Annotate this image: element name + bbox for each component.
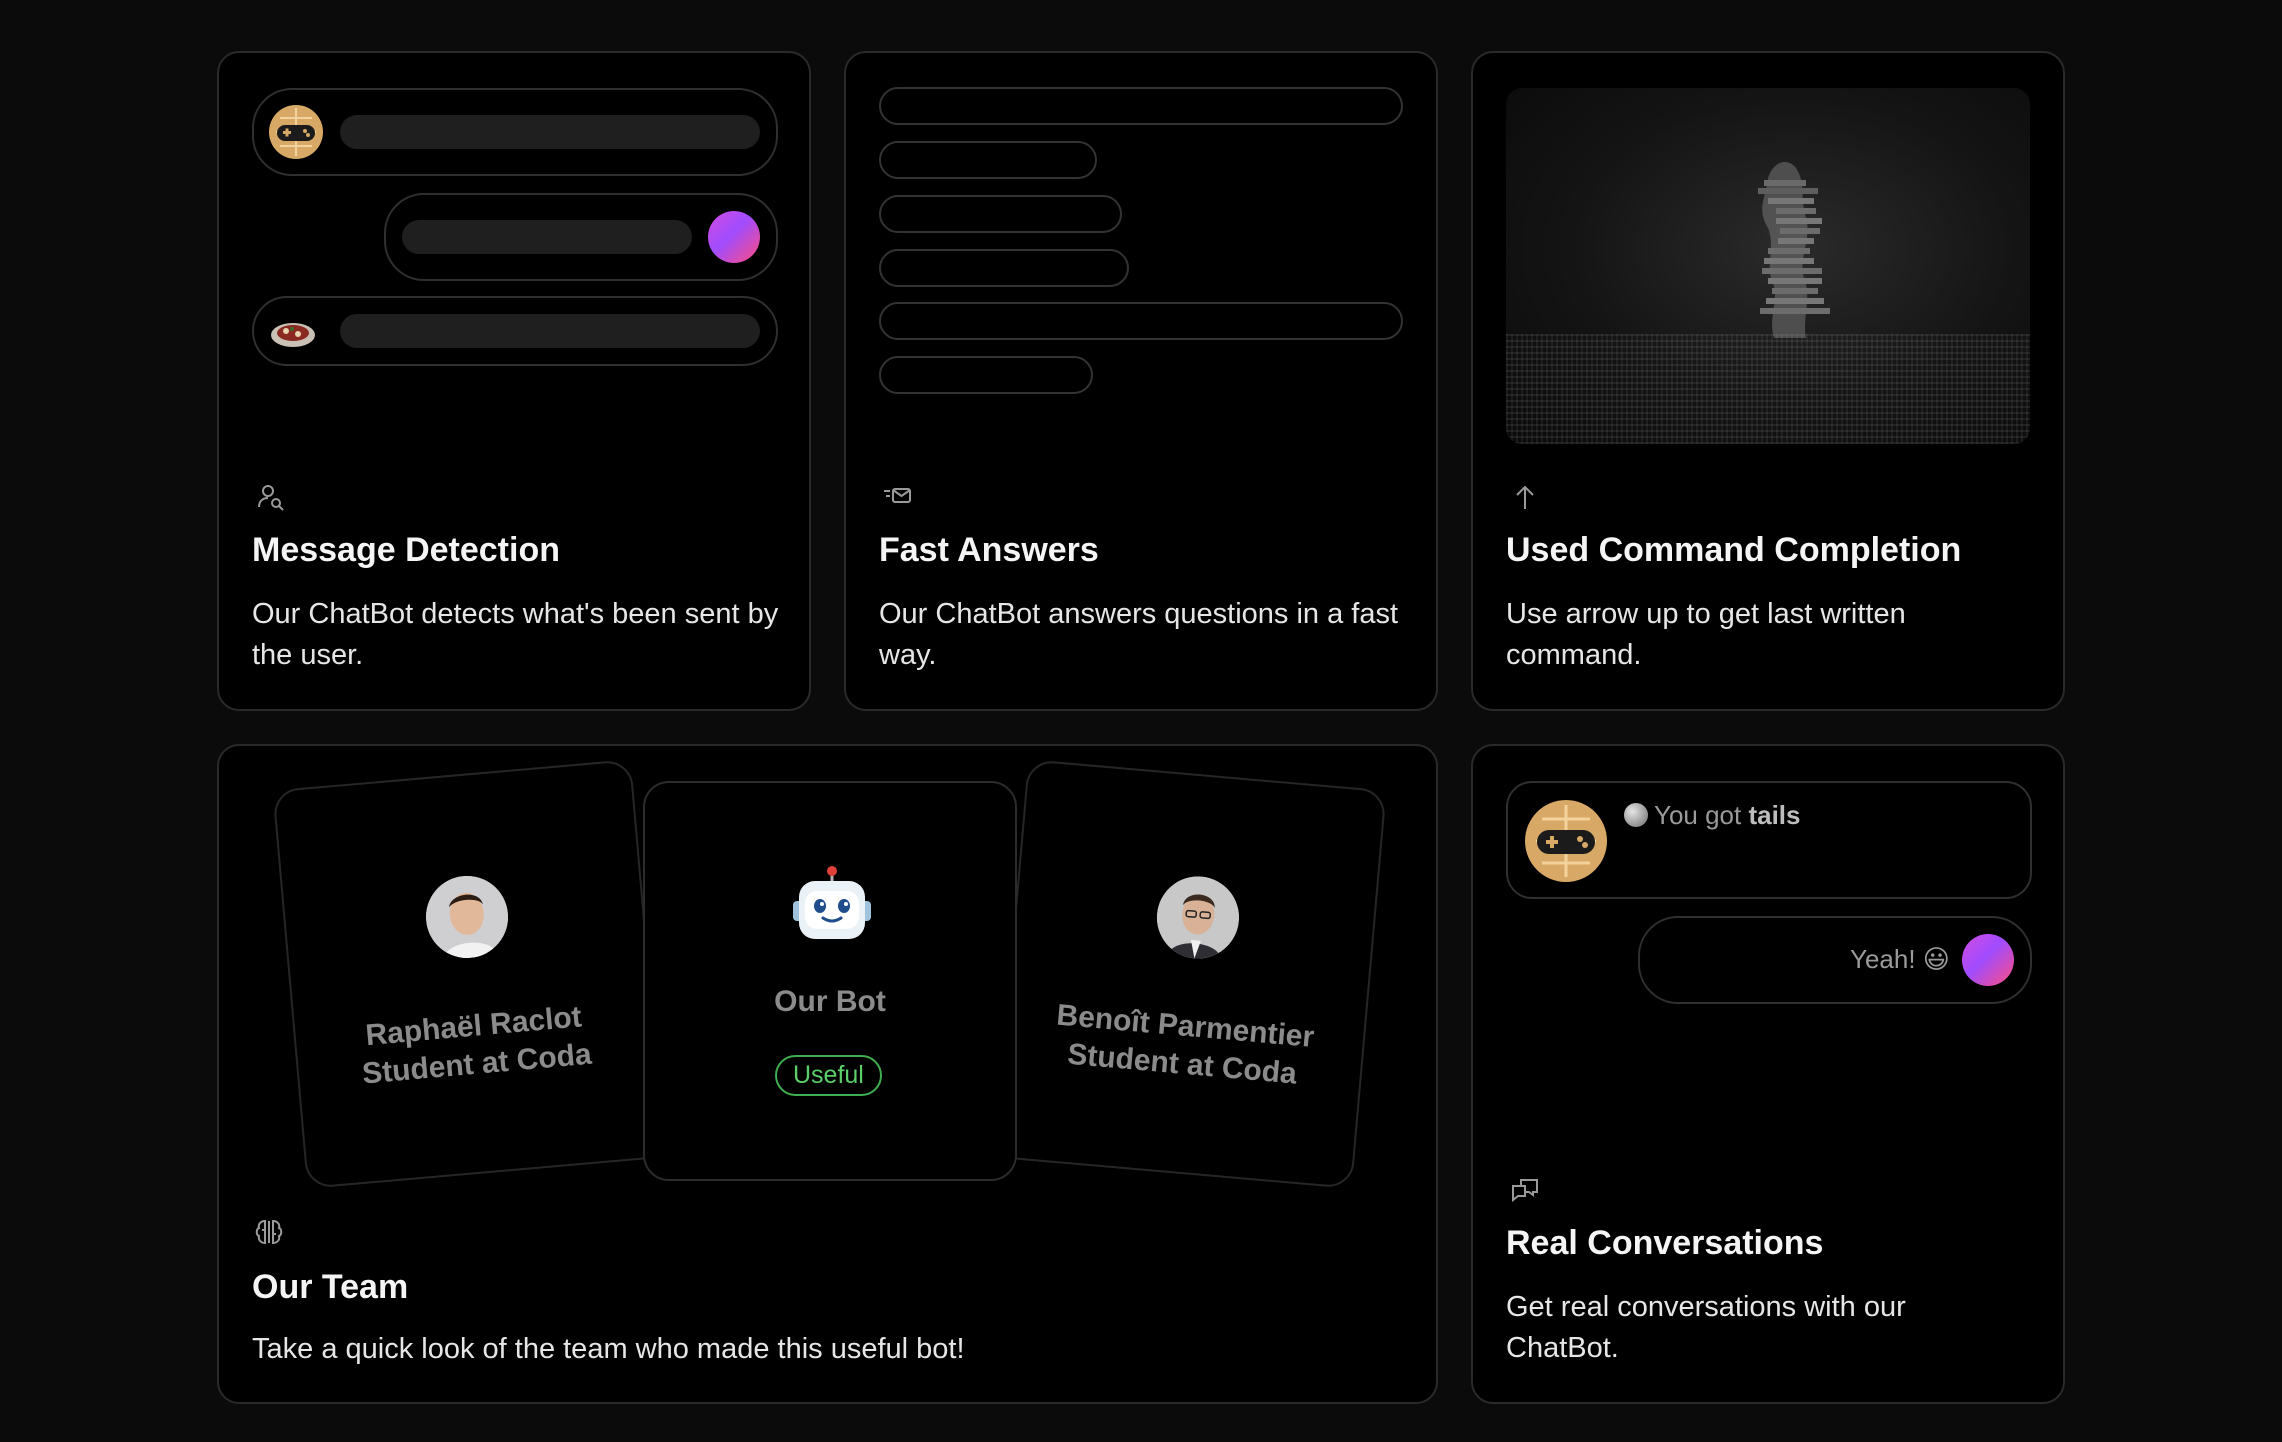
user-message: Yeah! 😃 <box>1850 944 1950 974</box>
feature-card-command-completion: Used Command Completion Use arrow up to … <box>1471 51 2065 711</box>
user-avatar <box>708 211 760 263</box>
bot-message-result: tails <box>1748 800 1801 830</box>
bot-name: Our Bot <box>774 985 886 1018</box>
bot-message-text: You got <box>1654 800 1749 830</box>
robot-icon <box>787 865 877 945</box>
answer-placeholder <box>879 195 1122 233</box>
card-description: Our ChatBot answers questions in a fast … <box>879 598 1399 671</box>
answer-placeholder <box>879 87 1403 125</box>
card-title: Fast Answers <box>879 531 1099 569</box>
message-placeholder <box>340 115 760 149</box>
brain-icon <box>253 1216 285 1248</box>
team-member-card[interactable]: Raphaël Raclot Student at Coda <box>272 759 666 1189</box>
answer-placeholder <box>879 302 1403 340</box>
useful-badge: Useful <box>775 1055 882 1096</box>
gamepad-avatar-icon <box>268 104 324 160</box>
answer-placeholder <box>879 356 1093 394</box>
card-description: Get real conversations with our ChatBot. <box>1506 1291 1906 1364</box>
card-title: Real Conversations <box>1506 1224 1824 1262</box>
ascii-art-terminal <box>1506 88 2030 444</box>
team-member-card[interactable]: Benoît Parmentier Student at Coda <box>993 759 1387 1189</box>
feature-card-fast-answers: Fast Answers Our ChatBot answers questio… <box>844 51 1438 711</box>
chat-bubble-bot: You got tails <box>1506 781 2032 899</box>
user-avatar <box>1962 934 2014 986</box>
card-description: Use arrow up to get last written command… <box>1506 598 1906 671</box>
chat-bubbles-icon <box>1509 1174 1541 1206</box>
ascii-ground <box>1506 334 2030 444</box>
user-search-icon <box>255 481 287 513</box>
card-description: Take a quick look of the team who made t… <box>252 1333 965 1365</box>
card-title: Message Detection <box>252 531 560 569</box>
coin-icon <box>1624 803 1648 827</box>
card-title: Our Team <box>252 1268 409 1306</box>
message-placeholder <box>340 314 760 348</box>
gamepad-avatar-icon <box>1524 799 1608 883</box>
feature-card-message-detection: Message Detection Our ChatBot detects wh… <box>217 51 811 711</box>
chat-bubble-user <box>384 193 778 281</box>
answer-placeholder <box>879 141 1097 179</box>
chat-bubble-bot <box>252 296 778 366</box>
answer-placeholder <box>879 249 1129 287</box>
chat-bubble-bot <box>252 88 778 176</box>
feature-card-our-team: Raphaël Raclot Student at Coda Benoît Pa… <box>217 744 1438 1404</box>
mail-send-icon <box>882 481 914 513</box>
arrow-up-icon <box>1509 481 1541 513</box>
feature-card-real-conversations: You got tails Yeah! 😃 Real Conversations… <box>1471 744 2065 1404</box>
member-photo <box>422 872 512 962</box>
card-description: Our ChatBot detects what's been sent by … <box>252 598 779 671</box>
bot-message: You got tails <box>1654 800 1801 831</box>
member-photo <box>1153 873 1243 962</box>
message-placeholder <box>402 220 692 254</box>
food-avatar-icon <box>268 307 318 357</box>
team-member-card[interactable]: Our Bot Useful <box>643 781 1017 1181</box>
card-title: Used Command Completion <box>1506 531 1962 569</box>
chat-bubble-user: Yeah! 😃 <box>1638 916 2032 1004</box>
